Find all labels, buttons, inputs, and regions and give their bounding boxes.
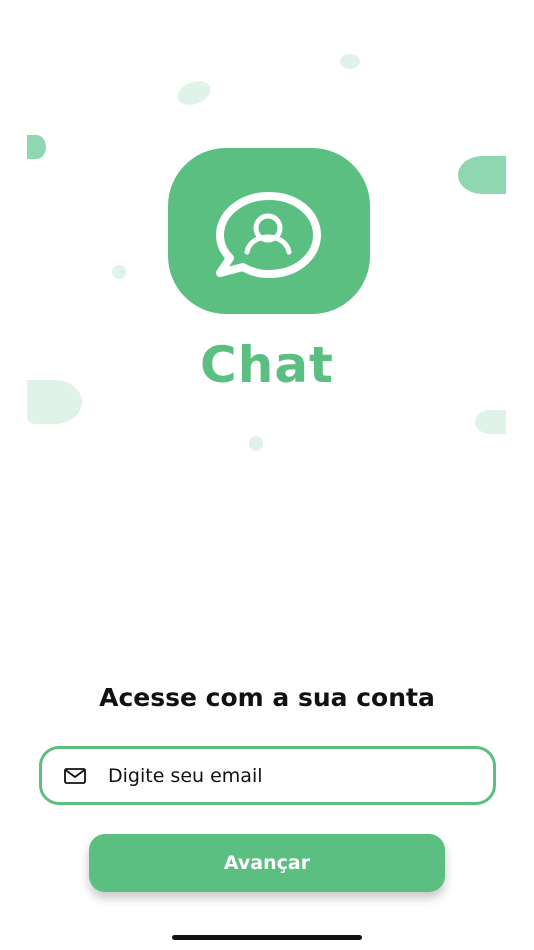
email-input[interactable] (108, 757, 478, 795)
advance-button[interactable]: Avançar (89, 834, 445, 892)
login-heading: Acesse com a sua conta (99, 683, 435, 712)
decorative-blob (475, 410, 506, 434)
app-logo (168, 148, 370, 314)
status-bar (0, 0, 534, 48)
home-indicator (172, 935, 362, 940)
mail-icon (64, 768, 86, 784)
decorative-blob (174, 76, 214, 110)
decorative-blob (112, 265, 126, 279)
brand-name: Chat (200, 336, 334, 394)
chat-bubble-user-icon (216, 192, 321, 278)
decorative-blob (249, 436, 263, 451)
decorative-blob (340, 54, 360, 69)
email-field[interactable] (39, 746, 496, 805)
decorative-blob (458, 156, 506, 194)
decorative-blob (27, 135, 46, 159)
